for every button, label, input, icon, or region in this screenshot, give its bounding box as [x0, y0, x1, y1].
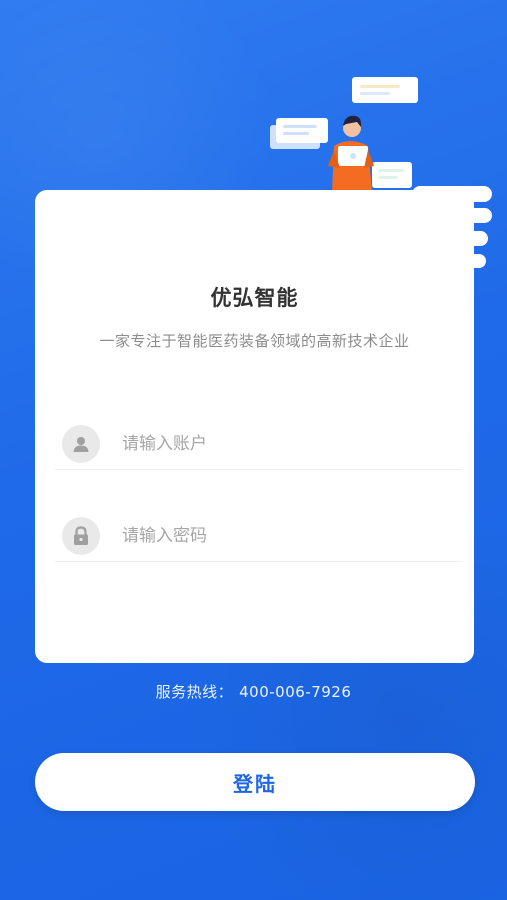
account-field[interactable] — [55, 418, 462, 470]
hotline-number[interactable]: 400-006-7926 — [239, 683, 351, 701]
app-subtitle: 一家专注于智能医药装备领域的高新技术企业 — [99, 332, 410, 350]
account-input[interactable] — [122, 433, 422, 454]
login-card: 优弘智能 一家专注于智能医药装备领域的高新技术企业 — [35, 190, 474, 663]
password-field[interactable] — [55, 510, 462, 562]
lock-icon — [62, 516, 100, 555]
app-title: 优弘智能 — [210, 286, 299, 310]
password-input[interactable] — [122, 525, 422, 546]
login-button[interactable]: 登陆 — [35, 753, 475, 811]
user-icon — [62, 424, 100, 463]
service-hotline: 服务热线： 400-006-7926 — [0, 681, 507, 702]
hotline-label: 服务热线： — [155, 683, 234, 701]
